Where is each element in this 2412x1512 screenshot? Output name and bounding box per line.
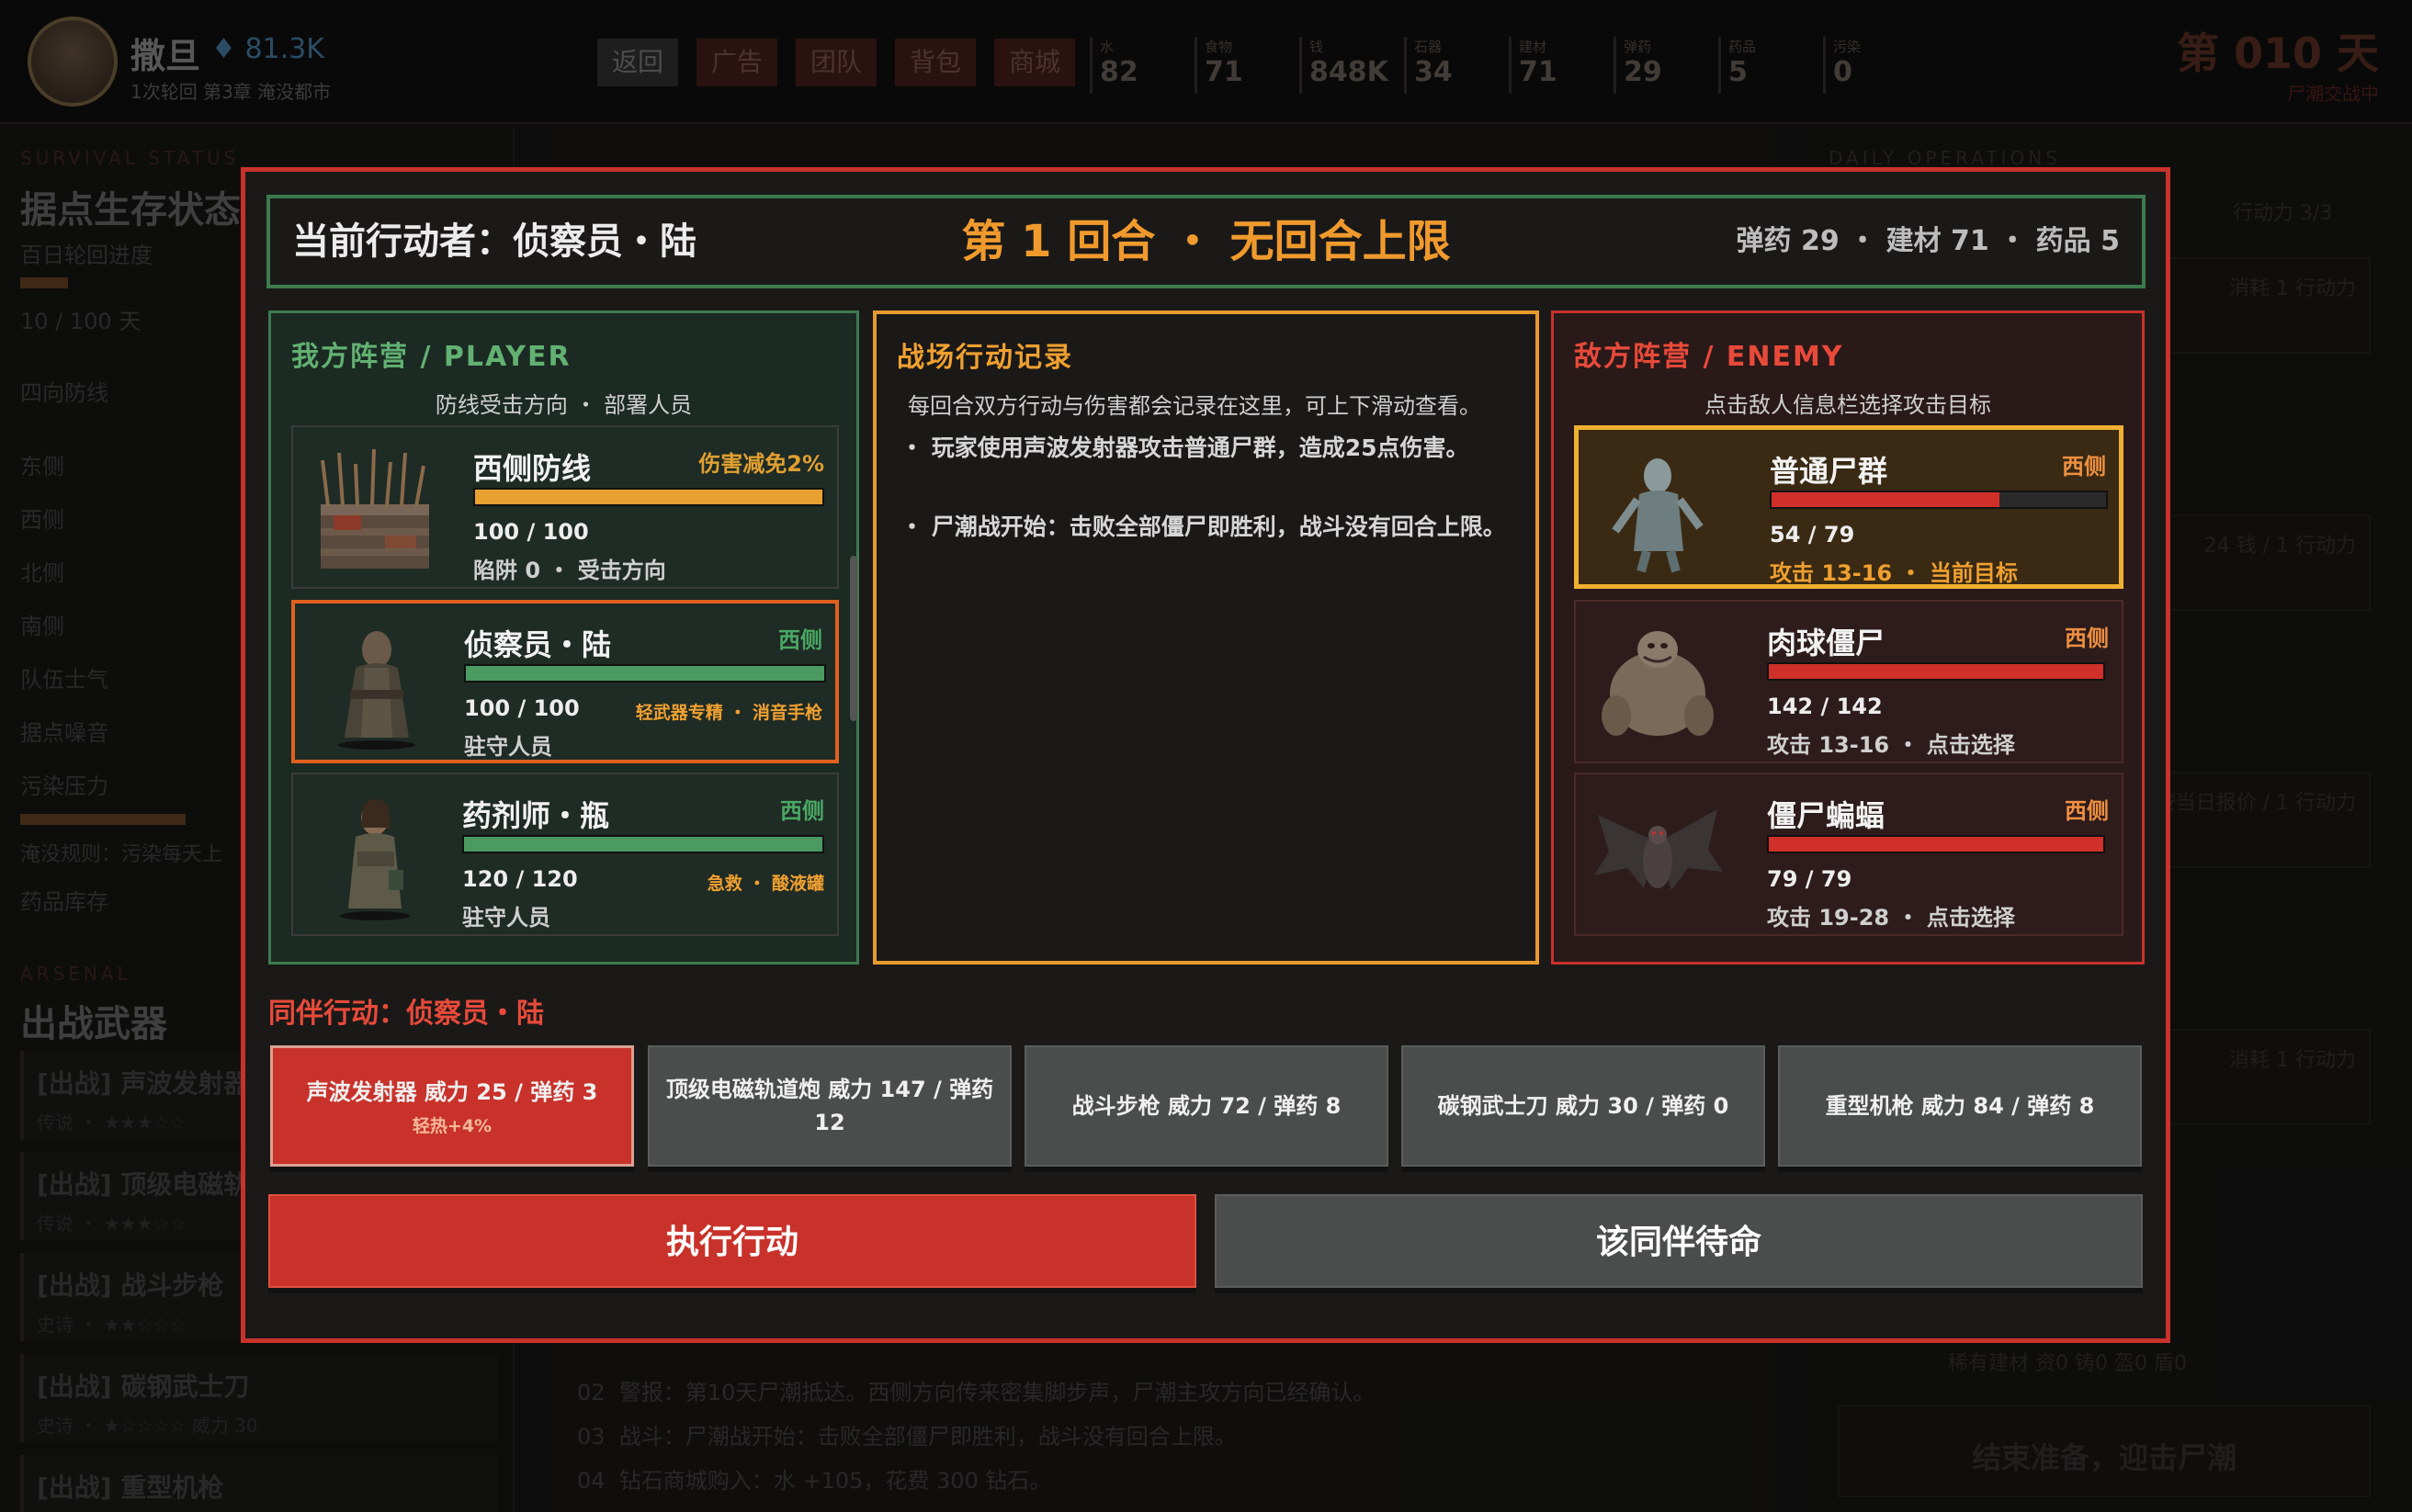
- card-name: 西侧防线: [473, 451, 592, 486]
- enemy-card-meatball[interactable]: 肉球僵尸 西侧 142 / 142 攻击 13-16 ・ 点击选择: [1574, 600, 2123, 763]
- card-detail: 驻守人员: [462, 905, 550, 931]
- weapon-button-railgun[interactable]: 顶级电磁轨道炮 威力 147 / 弹药 12: [648, 1045, 1012, 1167]
- hp-fill: [466, 666, 824, 681]
- card-detail: 攻击 13-16 ・ 当前目标: [1770, 560, 2018, 586]
- card-name: 药剂师・瓶: [462, 798, 610, 833]
- card-name: 肉球僵尸: [1767, 626, 1885, 660]
- weapon-button-rifle[interactable]: 战斗步枪 威力 72 / 弹药 8: [1025, 1045, 1388, 1167]
- execute-action-button[interactable]: 执行行动: [268, 1194, 1196, 1288]
- battle-resources: 弹药 29 ・ 建材 71 ・ 药品 5: [1736, 225, 2120, 257]
- hp-fill: [1769, 664, 2103, 679]
- card-tag: 西侧: [2062, 454, 2106, 480]
- weapon-sub: 轻热+4%: [412, 1115, 493, 1136]
- card-name: 普通尸群: [1770, 454, 1888, 489]
- hp-value: 79 / 79: [1767, 866, 1852, 892]
- hp-value: 142 / 142: [1767, 694, 1883, 719]
- weapon-button-katana[interactable]: 碳钢武士刀 威力 30 / 弹药 0: [1401, 1045, 1765, 1167]
- player-panel: 我方阵营 / PLAYER 防线受击方向 ・ 部署人员 西侧防线 伤害减免2% …: [268, 310, 859, 965]
- card-name: 僵尸蝙蝠: [1767, 798, 1885, 833]
- enemy-panel-subtitle: 点击敌人信息栏选择攻击目标: [1704, 392, 1991, 418]
- card-tag: 西侧: [2065, 798, 2109, 824]
- weapon-label: 声波发射器 威力 25 / 弹药 3: [306, 1078, 598, 1105]
- defense-card[interactable]: 西侧防线 伤害减免2% 100 / 100 陷阱 0 ・ 受击方向: [291, 425, 857, 721]
- enemy-card-bat[interactable]: 僵尸蝙蝠 西侧 79 / 79 攻击 19-28 ・ 点击选择: [1574, 773, 2123, 936]
- card-detail: 攻击 19-28 ・ 点击选择: [1767, 905, 2015, 931]
- card-detail: 攻击 13-16 ・ 点击选择: [1767, 732, 2015, 758]
- hp-bar: [1767, 662, 2105, 681]
- hp-bar: [1767, 835, 2105, 853]
- card-detail: 驻守人员: [464, 734, 552, 760]
- card-tag: 西侧: [778, 627, 822, 653]
- hp-bar: [473, 488, 824, 506]
- companion-action-label: 同伴行动：侦察员・陆: [268, 998, 544, 1030]
- hp-bar: [462, 835, 824, 853]
- hp-value: 100 / 100: [473, 519, 589, 545]
- card-detail: 陷阱 0 ・ 受击方向: [473, 558, 666, 583]
- medic-portrait: [340, 799, 410, 920]
- log-panel-subtitle: 每回合双方行动与伤害都会记录在这里，可上下滑动查看。: [908, 393, 1481, 419]
- weapon-label: 碳钢武士刀 威力 30 / 弹药 0: [1437, 1093, 1729, 1119]
- card-skills: 急救 ・ 酸液罐: [707, 874, 824, 894]
- hp-bar: [464, 664, 826, 683]
- card-tag: 西侧: [780, 798, 824, 824]
- hp-fill: [1772, 492, 1999, 507]
- zombie-bat-portrait: [1594, 809, 1723, 890]
- hp-fill: [464, 837, 822, 852]
- enemy-panel-title: 敌方阵营 / ENEMY: [1574, 341, 1844, 373]
- hp-value: 54 / 79: [1770, 522, 1855, 547]
- barricade-portrait: [321, 448, 429, 569]
- hp-value: 120 / 120: [462, 866, 578, 892]
- standby-button[interactable]: 该同伴待命: [1215, 1194, 2143, 1288]
- log-panel-title: 战场行动记录: [897, 342, 1073, 374]
- log-entry: ・ 尸潮战开始：击败全部僵尸即胜利，战斗没有回合上限。: [900, 513, 1506, 540]
- meatball-zombie-portrait: [1602, 631, 1714, 736]
- weapon-button-sonic[interactable]: 声波发射器 威力 25 / 弹药 3 轻热+4%: [270, 1045, 634, 1167]
- card-tag: 西侧: [2065, 626, 2109, 651]
- scout-card[interactable]: 侦察员・陆 西侧 100 / 100 轻武器专精 ・ 消音手枪 驻守人员: [291, 600, 839, 763]
- zombie-horde-portrait: [1612, 458, 1704, 573]
- card-skills: 轻武器专精 ・ 消音手枪: [635, 703, 822, 723]
- hp-fill: [475, 490, 822, 504]
- weapon-label: 战斗步枪 威力 72 / 弹药 8: [1071, 1093, 1342, 1119]
- hp-fill: [1769, 837, 2103, 852]
- weapon-label: 顶级电磁轨道炮 威力 147 / 弹药 12: [665, 1077, 994, 1135]
- player-panel-subtitle: 防线受击方向 ・ 部署人员: [435, 392, 693, 418]
- battle-log-panel[interactable]: 战场行动记录 每回合双方行动与伤害都会记录在这里，可上下滑动查看。 ・ 玩家使用…: [873, 310, 1539, 965]
- scrollbar[interactable]: [850, 556, 857, 721]
- enemy-card-horde[interactable]: 普通尸群 西侧 54 / 79 攻击 13-16 ・ 当前目标: [1574, 425, 2123, 589]
- weapon-label: 重型机枪 威力 84 / 弹药 8: [1825, 1093, 2095, 1119]
- player-panel-title: 我方阵营 / PLAYER: [291, 341, 572, 373]
- card-name: 侦察员・陆: [464, 627, 612, 662]
- medic-card[interactable]: 药剂师・瓶 西侧 120 / 120 急救 ・ 酸液罐 驻守人员: [291, 773, 839, 936]
- hp-value: 100 / 100: [464, 695, 580, 721]
- enemy-panel: 敌方阵营 / ENEMY 点击敌人信息栏选择攻击目标 普通尸群 西侧 54 / …: [1551, 310, 2145, 965]
- battle-header: 当前行动者：侦察员・陆 第 1 回合 ・ 无回合上限 弹药 29 ・ 建材 71…: [266, 195, 2146, 288]
- weapon-button-machinegun[interactable]: 重型机枪 威力 84 / 弹药 8: [1778, 1045, 2142, 1167]
- scout-portrait: [338, 631, 415, 750]
- card-tag: 伤害减免2%: [698, 451, 824, 477]
- log-entry: ・ 玩家使用声波发射器攻击普通尸群，造成25点伤害。: [900, 434, 1469, 461]
- hp-bar: [1770, 491, 2108, 509]
